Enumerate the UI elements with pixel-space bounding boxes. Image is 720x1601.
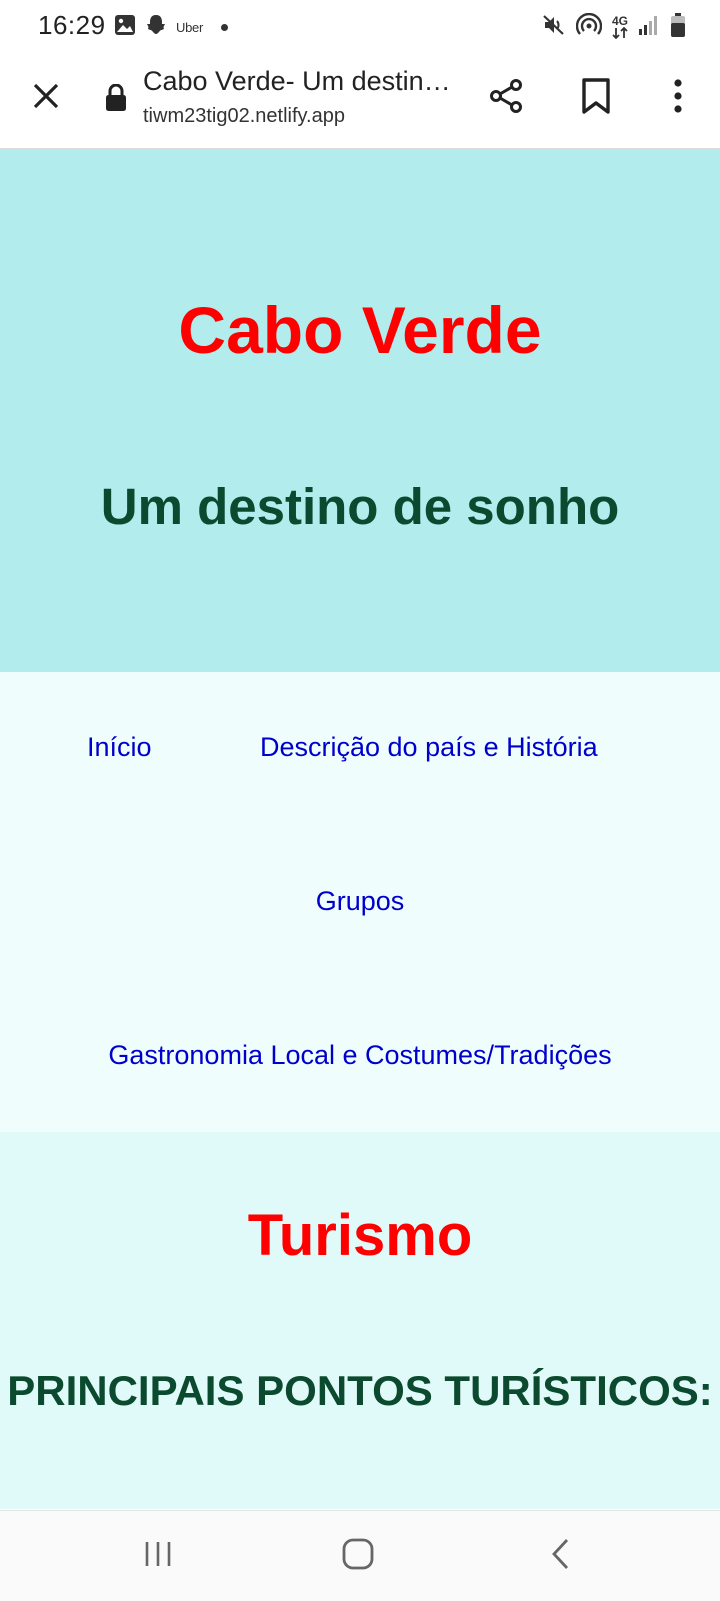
status-right-icons: 4G [542, 12, 686, 43]
notification-dot [220, 24, 228, 31]
more-vert-icon [674, 79, 682, 113]
gallery-icon [114, 14, 136, 41]
recent-apps-button[interactable] [128, 1529, 188, 1579]
nav-link-descricao[interactable]: Descrição do país e História [260, 732, 598, 763]
status-time: 16:29 [38, 10, 106, 40]
home-icon [342, 1538, 374, 1570]
recent-apps-icon [145, 1542, 171, 1566]
page-title[interactable]: Cabo Verde- Um destino de sonho [143, 66, 453, 97]
lock-icon[interactable] [104, 83, 128, 112]
page-url[interactable]: tiwm23tig02.netlify.app [143, 105, 345, 128]
network-4g-icon: 4G [611, 14, 628, 39]
bookmark-button[interactable] [574, 74, 618, 118]
site-title: Cabo Verde [178, 293, 542, 367]
pontos-turisticos-heading: PRINCIPAIS PONTOS TURÍSTICOS: [7, 1367, 713, 1414]
web-page: Cabo Verde Um destino de sonho Início De… [0, 149, 720, 1509]
battery-icon [670, 12, 686, 43]
nav-link-grupos[interactable]: Grupos [0, 886, 720, 917]
site-nav: Início Descrição do país e História Grup… [0, 672, 720, 1132]
turismo-heading: Turismo [247, 1203, 473, 1268]
turismo-section: Turismo PRINCIPAIS PONTOS TURÍSTICOS: [0, 1132, 720, 1509]
share-button[interactable] [484, 74, 528, 118]
browser-toolbar: Cabo Verde- Um destino de sonho tiwm23ti… [0, 52, 720, 149]
hotspot-icon [575, 12, 603, 42]
site-subtitle: Um destino de sonho [100, 478, 620, 535]
share-icon [490, 79, 522, 113]
back-button[interactable] [530, 1529, 590, 1579]
mute-icon [542, 13, 566, 42]
bookmark-icon [582, 78, 610, 114]
system-nav-bar [0, 1510, 720, 1601]
network-4g-label: 4G [611, 14, 628, 28]
status-bar: 16:29 Uber 4G [0, 0, 720, 52]
snapchat-icon [144, 14, 168, 41]
close-button[interactable] [24, 74, 68, 118]
nav-link-gastronomia[interactable]: Gastronomia Local e Costumes/Tradições [0, 1040, 720, 1071]
signal-icon [638, 14, 660, 41]
home-button[interactable] [328, 1529, 388, 1579]
close-icon [33, 83, 59, 109]
back-icon [552, 1539, 569, 1569]
nav-link-inicio[interactable]: Início [87, 732, 152, 763]
more-options-button[interactable] [656, 74, 700, 118]
status-left-icons: Uber [114, 14, 228, 41]
uber-icon: Uber [176, 20, 203, 35]
hero-header: Cabo Verde Um destino de sonho [0, 149, 720, 672]
